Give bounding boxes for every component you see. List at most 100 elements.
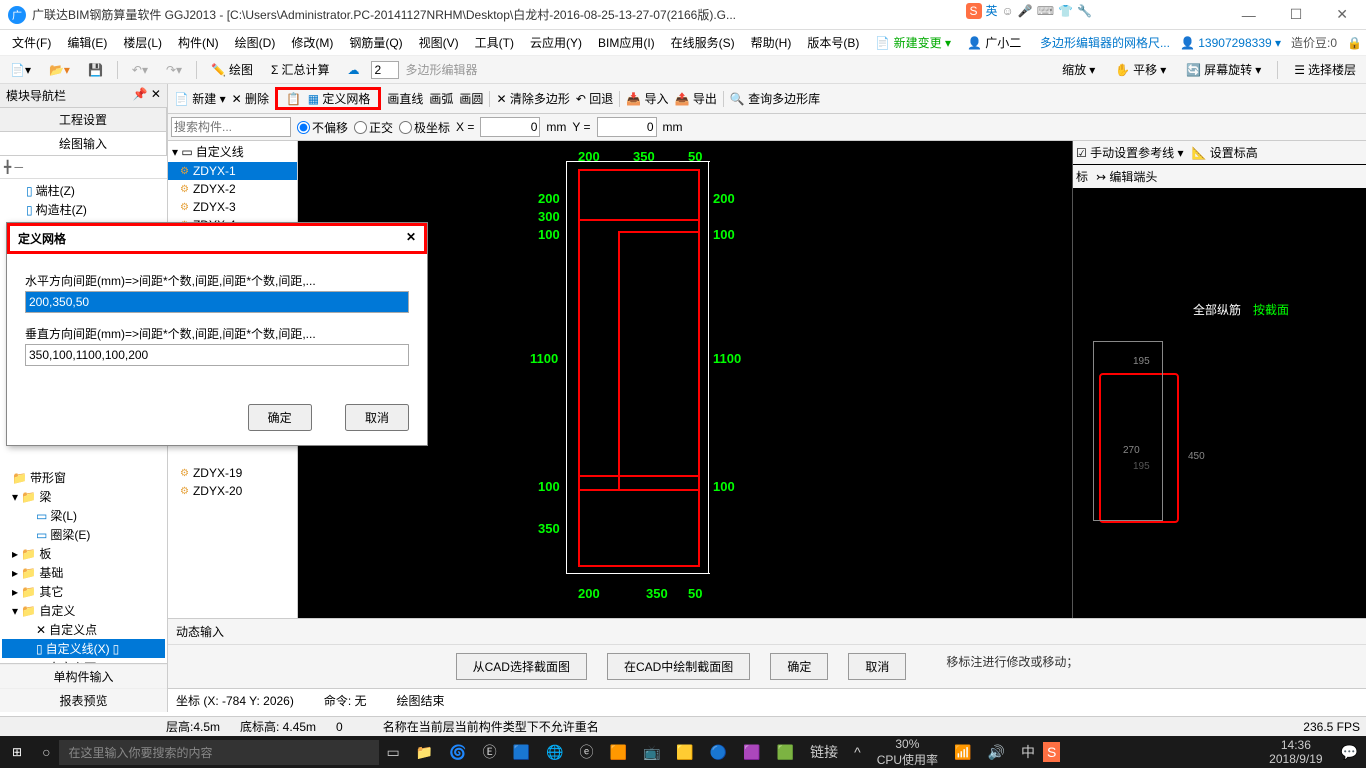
dialog-ok-button[interactable]: 确定 [248, 404, 312, 431]
clear-poly-button[interactable]: ✕ 清除多边形 [496, 90, 569, 107]
new-change-button[interactable]: 📄 新建变更 ▾ [867, 34, 959, 51]
save-icon[interactable]: 💾 [82, 61, 109, 79]
ime-icon[interactable]: ☺ [1002, 4, 1014, 18]
menu-draw[interactable]: 绘图(D) [227, 34, 284, 51]
taskbar-clock[interactable]: 14:362018/9/19 [1259, 738, 1332, 766]
menu-view[interactable]: 视图(V) [411, 34, 467, 51]
taskbar-search[interactable]: 在这里输入你要搜索的内容 [59, 740, 379, 765]
delete-button[interactable]: ✕ 删除 [232, 90, 269, 107]
horiz-input[interactable] [25, 291, 409, 313]
menu-version[interactable]: 版本号(B) [799, 34, 867, 51]
offset-radio[interactable]: 不偏移 [297, 119, 348, 136]
dialog-cancel-button[interactable]: 取消 [345, 404, 409, 431]
menu-component[interactable]: 构件(N) [170, 34, 227, 51]
cancel-button[interactable]: 取消 [848, 653, 906, 680]
x-input[interactable] [480, 117, 540, 137]
import-button[interactable]: 📥 导入 [626, 90, 668, 107]
ime-lang[interactable]: 英 [986, 2, 998, 19]
query-lib-button[interactable]: 🔍 查询多边形库 [730, 90, 820, 107]
maximize-button[interactable]: ☐ [1280, 6, 1313, 23]
app-icon[interactable]: 🔵 [702, 744, 735, 761]
lock-icon[interactable]: 🔒 [1347, 36, 1362, 50]
new-icon[interactable]: 📄▾ [4, 61, 37, 79]
vert-input[interactable] [25, 344, 409, 366]
app-icon[interactable]: 🟨 [668, 744, 701, 761]
menu-tools[interactable]: 工具(T) [467, 34, 522, 51]
tray-icon[interactable]: 🔊 [980, 744, 1013, 761]
ime-s-icon[interactable]: S [966, 3, 982, 19]
app-icon[interactable]: 🟧 [602, 744, 635, 761]
link-label[interactable]: 链接 [802, 742, 846, 762]
pan-button[interactable]: ✋ 平移 ▾ [1109, 59, 1172, 80]
menu-edit[interactable]: 编辑(E) [59, 34, 115, 51]
app-icon[interactable]: 🌐 [538, 744, 571, 761]
y-input[interactable] [597, 117, 657, 137]
windows-taskbar[interactable]: ⊞ ○ 在这里输入你要搜索的内容 ▭ 📁 🌀 Ⓔ 🟦 🌐 ⓔ 🟧 📺 🟨 🔵 🟪… [0, 736, 1366, 768]
phone-label[interactable]: 👤 13907298339 ▾ [1180, 36, 1281, 50]
copy-icon[interactable]: 📋 [286, 92, 301, 106]
app-icon[interactable]: 🌀 [441, 744, 474, 761]
ime-icon[interactable]: ⌨ [1037, 4, 1054, 18]
polar-radio[interactable]: 极坐标 [399, 119, 450, 136]
new-button[interactable]: 📄 新建 ▾ [174, 90, 226, 107]
export-button[interactable]: 📤 导出 [675, 90, 717, 107]
num-input[interactable] [371, 61, 399, 79]
ok-button[interactable]: 确定 [770, 653, 828, 680]
dialog-close-button[interactable]: ✕ [406, 230, 416, 247]
cloud-icon[interactable]: ☁ [341, 61, 365, 79]
app-icon[interactable]: 📁 [408, 744, 441, 761]
list-header[interactable]: ▾ ▭ 自定义线 [168, 141, 297, 162]
set-coord-button[interactable]: 📐 设置标高 [1191, 144, 1257, 161]
start-button[interactable]: ⊞ [0, 745, 34, 759]
redo-icon[interactable]: ↷▾ [160, 61, 188, 79]
cad-draw-button[interactable]: 在CAD中绘制截面图 [607, 653, 750, 680]
app-icon[interactable]: ⓔ [572, 742, 602, 762]
report-preview[interactable]: 报表预览 [0, 688, 167, 712]
summary-button[interactable]: Σ 汇总计算 [265, 59, 335, 80]
cpu-meter[interactable]: 30%CPU使用率 [869, 737, 946, 768]
tray-icon[interactable]: 📶 [946, 744, 979, 761]
draw-circle-button[interactable]: 画圆 [459, 90, 483, 107]
rotate-button[interactable]: 🔄 屏幕旋转 ▾ [1180, 59, 1267, 80]
ime-icon[interactable]: 👕 [1058, 4, 1073, 18]
notification-icon[interactable]: 💬 [1333, 744, 1366, 761]
select-floor-button[interactable]: ☰ 选择楼层 [1288, 59, 1362, 80]
cortana-icon[interactable]: ○ [34, 744, 58, 760]
close-button[interactable]: ✕ [1326, 6, 1358, 23]
define-grid-button-highlight[interactable]: 📋 ▦ 定义网格 [275, 87, 381, 110]
polygon-tip[interactable]: 多边形编辑器的网格尺... [1040, 34, 1170, 51]
minimize-button[interactable]: — [1232, 7, 1266, 23]
menu-floor[interactable]: 楼层(L) [115, 34, 170, 51]
tray-icon[interactable]: S [1043, 742, 1060, 762]
zoom-button[interactable]: 缩放 ▾ [1056, 59, 1101, 80]
cursor-button[interactable]: 标 [1076, 168, 1088, 185]
set-reference-button[interactable]: ☑ 手动设置参考线 ▾ [1076, 144, 1183, 161]
app-icon[interactable]: Ⓔ [475, 742, 505, 762]
app-icon[interactable]: 🟩 [769, 744, 802, 761]
undo-button[interactable]: ↶ 回退 [576, 90, 613, 107]
cad-select-button[interactable]: 从CAD选择截面图 [456, 653, 587, 680]
single-component-input[interactable]: 单构件输入 [0, 664, 167, 688]
menu-bim[interactable]: BIM应用(I) [590, 34, 663, 51]
app-icon[interactable]: 🟦 [505, 744, 538, 761]
draw-button[interactable]: ✏️ 绘图 [205, 59, 259, 80]
ortho-radio[interactable]: 正交 [354, 119, 393, 136]
open-icon[interactable]: 📂▾ [43, 61, 76, 79]
ime-icon[interactable]: 🔧 [1077, 4, 1092, 18]
taskview-icon[interactable]: ▭ [379, 744, 408, 761]
define-grid-button[interactable]: 定义网格 [322, 90, 370, 107]
menu-file[interactable]: 文件(F) [4, 34, 59, 51]
menu-help[interactable]: 帮助(H) [743, 34, 800, 51]
undo-icon[interactable]: ↶▾ [126, 61, 154, 79]
ime-icon[interactable]: 中 [1013, 742, 1043, 762]
search-component-input[interactable] [171, 117, 291, 137]
tab-project-settings[interactable]: 工程设置 [0, 108, 167, 131]
draw-line-button[interactable]: 画直线 [387, 90, 423, 107]
menu-rebar[interactable]: 钢筋量(Q) [341, 34, 410, 51]
menu-modify[interactable]: 修改(M) [283, 34, 341, 51]
draw-arc-button[interactable]: 画弧 [429, 90, 453, 107]
menu-online[interactable]: 在线服务(S) [663, 34, 743, 51]
edit-head-button[interactable]: ↣ 编辑端头 [1096, 168, 1157, 185]
pin-icon[interactable]: 📌 ✕ [133, 87, 161, 104]
ime-icon[interactable]: 🎤 [1018, 4, 1033, 18]
